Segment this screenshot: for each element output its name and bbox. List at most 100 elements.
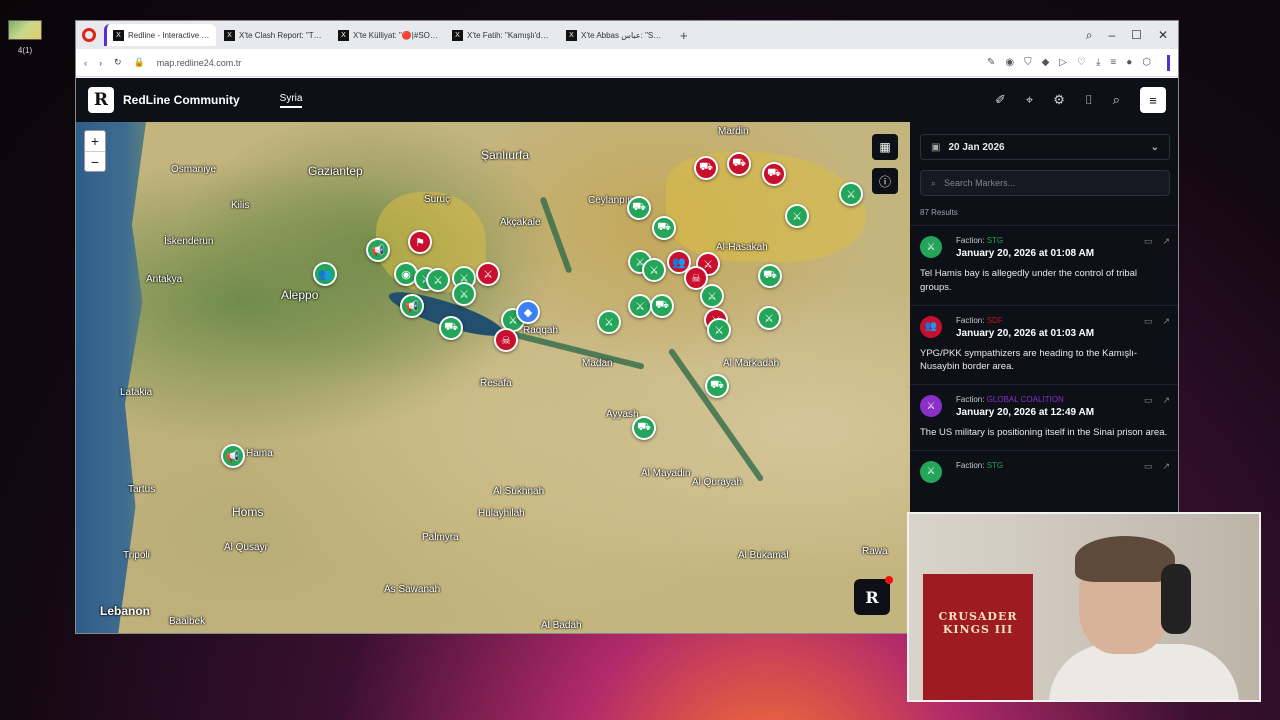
external-link-icon[interactable]: ↗ <box>1162 461 1170 472</box>
desktop-shortcut[interactable]: 4(1) <box>8 20 42 55</box>
tab-bar: X Redline - Interactive Strat X X'te Cla… <box>76 21 1178 49</box>
sdf-marker[interactable]: ⚑ <box>408 230 432 254</box>
search-markers-input[interactable]: ⌕ Search Markers... <box>920 170 1170 196</box>
location-pin-icon[interactable]: ⌖ <box>1026 92 1033 108</box>
sdf-marker[interactable]: ☠ <box>494 328 518 352</box>
item-text: The US military is positioning itself in… <box>920 427 1168 439</box>
city-label: Şanlıurfa <box>481 148 530 162</box>
feed-item[interactable]: 👥 Faction: SDF January 20, 2026 at 01:03… <box>910 304 1178 385</box>
settings-icon[interactable]: ⚙ <box>1053 92 1065 108</box>
faction-icon: ⚔ <box>920 460 942 483</box>
coalition-marker[interactable]: ◆ <box>516 300 540 324</box>
heart-icon[interactable]: ♡ <box>1077 57 1086 68</box>
stg-marker[interactable]: ⚔ <box>700 284 724 308</box>
sdf-marker[interactable]: ⚔ <box>476 262 500 286</box>
stg-marker[interactable]: ⚔ <box>839 182 863 206</box>
play-icon[interactable]: ▷ <box>1059 57 1067 68</box>
feed-item[interactable]: ⚔ Faction: STG January 20, 2026 at 01:08… <box>910 225 1178 305</box>
download-icon[interactable]: ⤓ <box>1096 57 1100 68</box>
stg-marker[interactable]: ⛟ <box>705 374 729 398</box>
opera-logo-icon[interactable] <box>82 28 96 42</box>
item-actions: ▭ ↗ <box>1144 236 1170 247</box>
stg-marker[interactable]: ⚔ <box>707 318 731 342</box>
profile-icon[interactable]: ● <box>1126 57 1132 68</box>
tab-kulliyat[interactable]: X X'te Külliyat: "🔴|#SONDA <box>332 24 444 46</box>
stg-marker[interactable]: 📢 <box>400 294 424 318</box>
search-icon[interactable]: ⌕ <box>1113 92 1120 108</box>
stg-marker[interactable]: ⛟ <box>439 316 463 340</box>
stg-marker[interactable]: 📢 <box>366 238 390 262</box>
external-link-icon[interactable]: ↗ <box>1162 236 1170 247</box>
city-label: Palmyra <box>422 532 459 543</box>
feed-item[interactable]: ⚔ Faction: STG ▭ ↗ <box>910 449 1178 501</box>
draw-icon[interactable]: ✐ <box>995 92 1006 108</box>
item-actions: ▭ ↗ <box>1144 316 1170 327</box>
stg-marker[interactable]: ⚔ <box>757 306 781 330</box>
extension-icon[interactable]: ◆ <box>1042 57 1050 68</box>
city-label: Al Bukamal <box>738 550 789 561</box>
edit-icon[interactable]: ✎ <box>987 57 995 68</box>
menu-lines-icon[interactable]: ≡ <box>1110 57 1116 68</box>
stg-marker[interactable]: 👥 <box>313 262 337 286</box>
zoom-out-button[interactable]: − <box>85 151 105 171</box>
item-text: Tel Hamis bay is allegedly under the con… <box>920 268 1138 293</box>
zoom-in-button[interactable]: + <box>85 131 105 151</box>
stg-marker[interactable]: ⚔ <box>426 268 450 292</box>
video-icon[interactable]: ▭ <box>1144 461 1153 472</box>
forward-icon[interactable]: › <box>99 58 102 68</box>
stg-marker[interactable]: ⚔ <box>597 310 621 334</box>
stg-marker[interactable]: ⛟ <box>632 416 656 440</box>
video-icon[interactable]: ▭ <box>1144 395 1153 406</box>
date-selector[interactable]: ▣ 20 Jan 2026 ⌄ <box>920 134 1170 160</box>
faction-icon: 👥 <box>920 315 942 338</box>
feed-item[interactable]: ⚔ Faction: GLOBAL COALITION January 20, … <box>910 384 1178 450</box>
stg-marker[interactable]: ⛟ <box>627 196 651 220</box>
redline-logo[interactable]: R <box>88 87 114 113</box>
maximize-icon[interactable]: ☐ <box>1131 28 1142 43</box>
tab-fatih[interactable]: X X'te Fatih: "Kamışlı'da top <box>446 24 558 46</box>
tab-abbas[interactable]: X X'te Abbas عباس: "SDF's w <box>560 24 672 46</box>
stg-marker[interactable]: ⚔ <box>452 282 476 306</box>
sdf-marker[interactable]: ⛟ <box>727 152 751 176</box>
reload-icon[interactable]: ↻ <box>114 57 122 68</box>
stg-marker[interactable]: 📢 <box>221 444 245 468</box>
external-link-icon[interactable]: ↗ <box>1162 395 1170 406</box>
external-link-icon[interactable]: ↗ <box>1162 316 1170 327</box>
sdf-marker[interactable]: ⛟ <box>762 162 786 186</box>
shield-icon[interactable]: ⛉ <box>1024 57 1032 68</box>
faction-line: Faction: STG <box>956 461 1003 470</box>
sidebar-toggle[interactable] <box>1167 54 1170 71</box>
stg-marker[interactable]: ⚔ <box>785 204 809 228</box>
stg-marker[interactable]: ⚔ <box>628 294 652 318</box>
close-icon[interactable]: ✕ <box>1158 28 1168 43</box>
tab-syria[interactable]: Syria <box>279 93 303 108</box>
hamburger-menu-button[interactable]: ≡ <box>1140 87 1166 113</box>
search-tabs-icon[interactable]: ⌕ <box>1086 28 1093 43</box>
map-layers-button[interactable]: ▦ <box>872 134 898 160</box>
city-label: Al Sukhnah <box>493 486 545 497</box>
stg-marker[interactable]: ⛟ <box>758 264 782 288</box>
sdf-marker[interactable]: ⛟ <box>694 156 718 180</box>
city-label: Al Badah <box>541 620 582 631</box>
video-icon[interactable]: ▭ <box>1144 316 1153 327</box>
redline-badge[interactable]: R <box>854 576 893 615</box>
tab-redline[interactable]: X Redline - Interactive Strat <box>104 24 216 46</box>
video-icon[interactable]: ▭ <box>1144 236 1153 247</box>
info-button[interactable]: ⓘ <box>872 168 898 194</box>
tab-label: Redline - Interactive Strat <box>128 30 210 40</box>
country-label: Lebanon <box>100 604 150 618</box>
new-tab-button[interactable]: + <box>680 28 688 43</box>
tab-clash-report[interactable]: X X'te Clash Report: "The Sy <box>218 24 330 46</box>
url-field[interactable]: map.redline24.com.tr <box>157 58 242 68</box>
tab-label: X'te Fatih: "Kamışlı'da top <box>467 30 552 40</box>
box-icon[interactable]: ⬡ <box>1142 57 1151 68</box>
minimize-icon[interactable]: – <box>1108 28 1115 43</box>
camera-icon[interactable]: ⌷ <box>1085 92 1093 108</box>
map-canvas[interactable]: + − ▦ ⓘ Mardin Gaziantep Osmaniye Şanlıu… <box>76 122 910 633</box>
stg-marker[interactable]: ⛟ <box>652 216 676 240</box>
camera-icon[interactable]: ◉ <box>1005 57 1014 68</box>
stg-marker[interactable]: ⚔ <box>642 258 666 282</box>
city-label: Osmaniye <box>171 164 217 175</box>
back-icon[interactable]: ‹ <box>84 58 87 68</box>
stg-marker[interactable]: ⛟ <box>650 294 674 318</box>
